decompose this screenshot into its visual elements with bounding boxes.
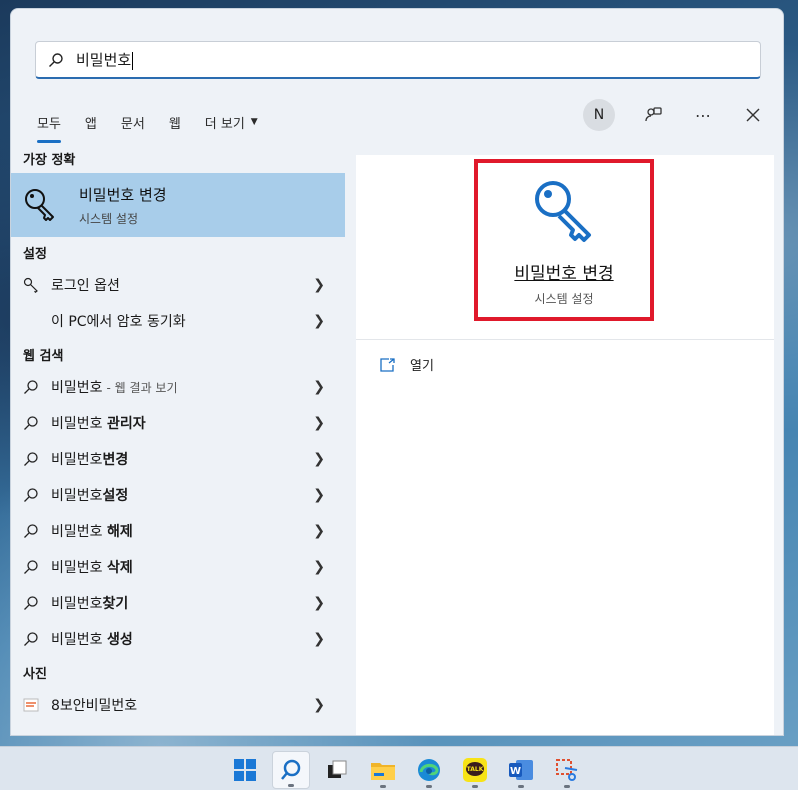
chevron-right-icon: ❯ (313, 277, 325, 293)
tab-web[interactable]: 웹 (157, 101, 193, 143)
open-button[interactable]: 열기 (380, 355, 434, 374)
chevron-right-icon: ❯ (313, 415, 325, 431)
web-result-item[interactable]: 비밀번호설정 ❯ (11, 477, 345, 513)
account-avatar[interactable]: N (583, 99, 615, 131)
search-icon (23, 631, 39, 647)
search-icon (23, 451, 39, 467)
snipping-tool-icon[interactable] (548, 751, 586, 789)
feedback-icon[interactable] (641, 103, 665, 127)
search-icon (23, 595, 39, 611)
windows-start-icon[interactable] (226, 751, 264, 789)
tab-documents[interactable]: 문서 (109, 101, 157, 143)
search-input[interactable]: 비밀번호 (35, 41, 761, 79)
word-icon[interactable]: W (502, 751, 540, 789)
key-icon (535, 181, 591, 242)
photo-result-item[interactable]: 8보안비밀번호 ❯ (11, 687, 345, 723)
best-match-subtitle: 시스템 설정 (79, 211, 139, 226)
detail-pane: 비밀번호 변경 시스템 설정 열기 (356, 155, 774, 735)
results-list: 가장 정확 비밀번호 변경 시스템 설정 설정 로그인 옵션 ❯ 이 PC에서 … (11, 143, 345, 735)
chevron-right-icon: ❯ (313, 559, 325, 575)
web-result-item[interactable]: 비밀번호 관리자 ❯ (11, 405, 345, 441)
search-icon (23, 559, 39, 575)
key-icon (23, 277, 39, 293)
chevron-right-icon: ❯ (313, 523, 325, 539)
edge-browser-icon[interactable] (410, 751, 448, 789)
tab-all[interactable]: 모두 (25, 101, 73, 143)
chevron-right-icon: ❯ (313, 631, 325, 647)
best-match-title: 비밀번호 변경 (79, 185, 167, 204)
search-panel: 비밀번호 모두 앱 문서 웹 더 보기 ▼ N ⋯ 가장 정확 비밀번호 변경 시… (10, 8, 784, 736)
chevron-right-icon: ❯ (313, 313, 325, 329)
section-web-search: 웹 검색 (23, 348, 64, 364)
search-icon (23, 379, 39, 395)
detail-card-highlighted[interactable]: 비밀번호 변경 시스템 설정 (474, 159, 654, 321)
key-icon (25, 189, 54, 221)
best-match-result[interactable]: 비밀번호 변경 시스템 설정 (11, 173, 345, 237)
section-photos: 사진 (23, 666, 47, 682)
chevron-down-icon: ▼ (250, 117, 258, 127)
close-icon[interactable] (741, 103, 765, 127)
svg-text:TALK: TALK (467, 766, 484, 773)
filter-tabs: 모두 앱 문서 웹 더 보기 ▼ (25, 101, 270, 143)
search-icon (23, 487, 39, 503)
file-explorer-icon[interactable] (364, 751, 402, 789)
tab-more[interactable]: 더 보기 ▼ (193, 101, 270, 143)
taskbar: TALK W (0, 746, 798, 790)
divider (356, 339, 774, 340)
tab-apps[interactable]: 앱 (73, 101, 109, 143)
chevron-right-icon: ❯ (313, 451, 325, 467)
chevron-right-icon: ❯ (313, 487, 325, 503)
settings-item-sync-password[interactable]: 이 PC에서 암호 동기화 ❯ (11, 303, 345, 339)
header-actions: N ⋯ (583, 99, 765, 131)
web-result-item[interactable]: 비밀번호 해제 ❯ (11, 513, 345, 549)
web-result-item[interactable]: 비밀번호 - 웹 결과 보기 ❯ (11, 369, 345, 405)
search-icon (49, 52, 63, 67)
svg-text:W: W (510, 766, 521, 777)
search-icon (23, 523, 39, 539)
task-view-icon[interactable] (318, 751, 356, 789)
taskbar-search-icon[interactable] (272, 751, 310, 789)
section-best-match: 가장 정확 (23, 152, 76, 168)
web-result-item[interactable]: 비밀번호 삭제 ❯ (11, 549, 345, 585)
search-icon (23, 415, 39, 431)
open-icon (380, 357, 395, 372)
section-settings: 설정 (23, 246, 47, 262)
search-query: 비밀번호 (76, 51, 134, 70)
chevron-right-icon: ❯ (313, 379, 325, 395)
web-result-item[interactable]: 비밀번호변경 ❯ (11, 441, 345, 477)
chevron-right-icon: ❯ (313, 595, 325, 611)
more-options-icon[interactable]: ⋯ (691, 103, 715, 127)
settings-item-login-options[interactable]: 로그인 옵션 ❯ (11, 267, 345, 303)
chevron-right-icon: ❯ (313, 697, 325, 713)
detail-subtitle: 시스템 설정 (534, 292, 594, 306)
kakaotalk-icon[interactable]: TALK (456, 751, 494, 789)
web-result-item[interactable]: 비밀번호찾기 ❯ (11, 585, 345, 621)
detail-title[interactable]: 비밀번호 변경 (514, 259, 613, 284)
web-result-item[interactable]: 비밀번호 생성 ❯ (11, 621, 345, 657)
image-icon (23, 697, 39, 713)
